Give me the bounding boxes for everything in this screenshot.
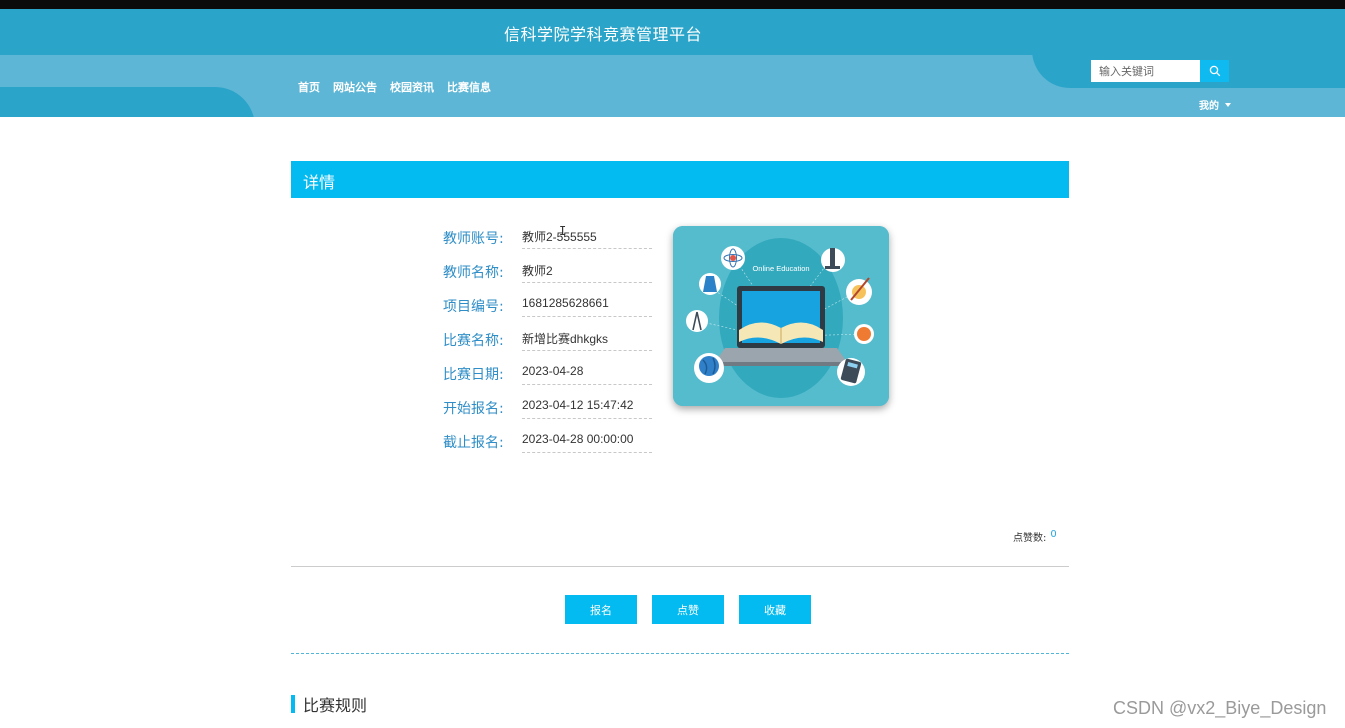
detail-section-header: 详情 [291, 161, 1069, 198]
nav-home[interactable]: 首页 [298, 79, 320, 95]
online-education-illustration: Online Education [673, 226, 889, 406]
like-count-value: 0 [1050, 529, 1057, 540]
field-value: 新增比赛dhkgks [522, 321, 652, 351]
nav-announcements[interactable]: 网站公告 [333, 79, 377, 95]
favorite-button[interactable]: 收藏 [739, 595, 811, 624]
field-label: 开始报名: [443, 401, 504, 417]
action-buttons: 报名 点赞 收藏 [565, 595, 811, 624]
field-label: 比赛名称: [443, 333, 504, 349]
field-project-number: 项目编号: 1681285628661 [443, 287, 663, 321]
search-box [1091, 60, 1229, 82]
caret-down-icon [1225, 102, 1231, 107]
watermark: CSDN @vx2_Biye_Design [1113, 698, 1327, 718]
search-input[interactable] [1091, 60, 1200, 82]
rules-title: 比赛规则 [303, 696, 368, 715]
field-competition-date: 比赛日期: 2023-04-28 [443, 355, 663, 389]
field-registration-end: 截止报名: 2023-04-28 00:00:00 [443, 423, 663, 457]
divider [291, 566, 1069, 567]
nav-competition-info[interactable]: 比赛信息 [447, 79, 491, 95]
site-title: 信科学院学科竞赛管理平台 [504, 25, 703, 44]
like-button[interactable]: 点赞 [652, 595, 724, 624]
field-competition-name: 比赛名称: 新增比赛dhkgks [443, 321, 663, 355]
field-value: 2023-04-28 00:00:00 [522, 423, 652, 453]
field-label: 比赛日期: [443, 367, 504, 383]
header-decoration-left [0, 87, 255, 117]
field-value: 教师2 [522, 253, 652, 283]
field-teacher-account: 教师账号: 教师2-555555 [443, 219, 663, 253]
my-account-label: 我的 [1199, 101, 1219, 112]
field-registration-start: 开始报名: 2023-04-12 15:47:42 [443, 389, 663, 423]
field-value: 2023-04-12 15:47:42 [522, 389, 652, 419]
nav-campus-news[interactable]: 校园资讯 [390, 79, 434, 95]
text-cursor-icon: I [559, 224, 567, 238]
section-marker [291, 695, 295, 713]
dashed-divider [291, 653, 1069, 654]
my-account-menu[interactable]: 我的 [1199, 97, 1231, 112]
field-teacher-name: 教师名称: 教师2 [443, 253, 663, 287]
field-value: 教师2-555555 [522, 219, 652, 249]
like-count: 点赞数: 0 [1013, 529, 1057, 544]
field-label: 教师账号: [443, 231, 504, 247]
field-value: 1681285628661 [522, 287, 652, 317]
detail-title: 详情 [303, 173, 336, 192]
search-button[interactable] [1200, 60, 1229, 82]
field-label: 教师名称: [443, 265, 504, 281]
site-header: 信科学院学科竞赛管理平台 首页 网站公告 校园资讯 比赛信息 我的 [0, 9, 1345, 117]
competition-cover-image: Online Education [673, 226, 889, 406]
rules-section-header: 比赛规则 [291, 692, 367, 716]
field-label: 截止报名: [443, 435, 504, 451]
search-icon [1209, 65, 1220, 77]
register-button[interactable]: 报名 [565, 595, 637, 624]
like-count-label: 点赞数: [1013, 533, 1047, 544]
main-nav: 首页 网站公告 校园资讯 比赛信息 [298, 79, 491, 95]
field-value: 2023-04-28 [522, 355, 652, 385]
field-label: 项目编号: [443, 299, 504, 315]
window-top-bar [0, 0, 1345, 9]
cover-caption: Online Education [752, 264, 809, 273]
